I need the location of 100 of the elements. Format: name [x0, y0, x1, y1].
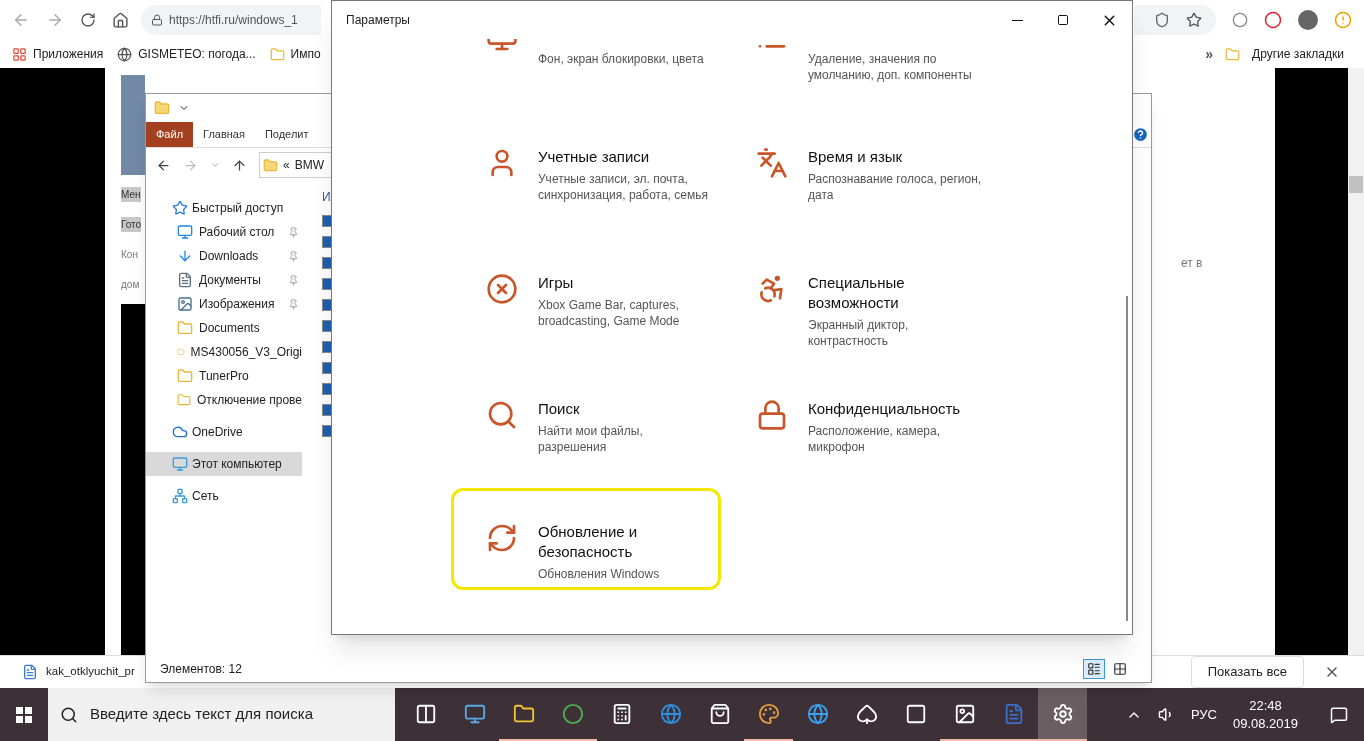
task-view-icon	[414, 702, 437, 725]
search-bar[interactable]: Введите здесь текст для поиска	[48, 688, 395, 741]
nav-item[interactable]: Documents	[146, 316, 302, 340]
star-icon	[172, 200, 188, 216]
settings-item-description: Удаление, значения по умолчанию, доп. компоненты	[808, 51, 973, 83]
computer-icon	[172, 456, 188, 472]
window-title: Параметры	[346, 12, 410, 29]
folder-icon	[263, 157, 278, 173]
nav-item[interactable]: Downloads	[146, 244, 302, 268]
settings-item[interactable]: Фон, экран блокировки, цвета	[451, 39, 721, 119]
ribbon-tab[interactable]: Поделит	[254, 122, 319, 147]
search-icon	[60, 705, 78, 724]
search-input[interactable]: Введите здесь текст для поиска	[90, 703, 383, 726]
settings-item-title: Поиск	[538, 399, 581, 419]
bookmarks-overflow[interactable]: »	[1205, 43, 1214, 65]
tiles-view-icon	[1113, 662, 1127, 676]
home-icon[interactable]	[112, 11, 129, 29]
folder-icon	[177, 368, 193, 384]
details-view-icon	[1087, 662, 1101, 676]
nav-item[interactable]: TunerPro	[146, 364, 302, 388]
taskbar-app[interactable]	[1038, 688, 1087, 741]
bookmark[interactable]: Приложения	[12, 45, 104, 63]
settings-item-description: Распознавание голоса, регион, дата	[808, 171, 983, 203]
settings-item-title: Игры	[538, 273, 575, 293]
nav-item[interactable]: Рабочий стол	[146, 220, 302, 244]
settings-item[interactable]: Учетные записи Учетные записи, эл. почта, синхронизация, работа, семья	[451, 144, 721, 245]
notifications-icon[interactable]	[1330, 705, 1348, 724]
address-url: https://htfi.ru/windows_1	[169, 12, 298, 29]
file-icon	[322, 215, 332, 227]
file-icon	[322, 404, 332, 416]
show-all-button[interactable]: Показать все	[1190, 656, 1304, 688]
address-bar-end[interactable]	[1134, 5, 1216, 35]
bookmark[interactable]: GISMETEO: погода...	[117, 45, 256, 63]
settings-icon	[1051, 702, 1074, 725]
browser-icon	[561, 702, 584, 725]
nav-item[interactable]: Отключение прове	[146, 388, 302, 412]
status-text: Элементов: 12	[160, 661, 242, 678]
nav-item[interactable]: Сеть	[146, 484, 302, 508]
avatar[interactable]	[1298, 10, 1318, 30]
article-text: Кон	[121, 248, 138, 262]
file-icon	[322, 362, 332, 374]
picture-icon	[177, 296, 193, 312]
reload-icon[interactable]	[80, 12, 96, 28]
settings-item-description: Обновления Windows	[538, 566, 661, 582]
document-icon	[177, 272, 193, 288]
article-text: Мен	[121, 187, 141, 202]
settings-item-title: Обновление и безопасность	[538, 522, 639, 562]
ribbon-tab[interactable]: Главная	[193, 122, 255, 147]
nav-item[interactable]: MS430056_V3_Origi	[146, 340, 302, 364]
globe-icon	[117, 46, 133, 62]
extension-icon[interactable]	[1264, 11, 1282, 29]
maximize-icon	[1057, 14, 1069, 26]
folder-icon	[177, 392, 191, 408]
nav-item[interactable]: Этот компьютер	[146, 452, 302, 476]
apps-grid-icon	[12, 46, 27, 62]
article-text: дом	[121, 278, 140, 292]
up-icon[interactable]	[232, 157, 247, 173]
settings-item[interactable]: Конфиденциальность Расположение, камера, микрофон	[721, 396, 991, 497]
file-icon	[322, 236, 332, 248]
download-icon	[177, 248, 193, 264]
settings-item[interactable]: Специальные возможности Экранный диктор, контрастность	[721, 270, 991, 371]
settings-item[interactable]: Удаление, значения по умолчанию, доп. компоненты	[721, 39, 991, 119]
extension-icon[interactable]	[1232, 12, 1248, 28]
clock[interactable]: 22:48 09.08.2019	[1232, 696, 1298, 733]
desktop-icon	[177, 224, 193, 240]
file-icon	[322, 341, 332, 353]
lock-icon	[151, 14, 163, 26]
scrollbar-thumb[interactable]	[1349, 176, 1363, 193]
settings-item[interactable]: Время и язык Распознавание голоса, регион, дата	[721, 144, 991, 245]
bookmark[interactable]: Импо	[269, 45, 321, 63]
help-icon[interactable]	[1132, 126, 1149, 143]
settings-item[interactable]: Игры Xbox Game Bar, captures, broadcasting, Game Mode	[451, 270, 721, 371]
folder-icon	[154, 100, 170, 116]
breadcrumb-overflow[interactable]: «	[283, 156, 290, 174]
nav-item[interactable]: OneDrive	[146, 420, 302, 444]
breadcrumb[interactable]: BMW	[294, 156, 324, 174]
settings-item[interactable]: Обновление и безопасность Обновления Windows	[451, 488, 721, 590]
bookmark-star-icon[interactable]	[1186, 12, 1202, 28]
nav-item[interactable]: Быстрый доступ	[146, 196, 302, 220]
nav-item[interactable]: Изображения	[146, 292, 302, 316]
language-indicator[interactable]: РУС	[1190, 704, 1217, 725]
download-file[interactable]: kak_otklyuchit_pr	[46, 663, 135, 681]
back-icon[interactable]	[156, 157, 171, 173]
tile-icon	[904, 702, 927, 725]
shield-icon[interactable]	[1154, 12, 1170, 28]
view-button[interactable]	[1083, 659, 1105, 679]
ribbon-tab[interactable]: Файл	[146, 122, 194, 147]
scrollbar[interactable]	[1126, 296, 1128, 621]
nav-item[interactable]: Документы	[146, 268, 302, 292]
bookmark[interactable]: Другие закладки	[1252, 45, 1344, 63]
minimize-icon	[1011, 19, 1023, 21]
cloud-icon	[172, 424, 188, 440]
photo-icon	[953, 702, 976, 725]
file-icon	[322, 383, 332, 395]
address-bar[interactable]: https://htfi.ru/windows_1	[141, 5, 321, 35]
file-icon	[322, 257, 332, 269]
column-header[interactable]: И	[322, 188, 331, 206]
folder-icon	[177, 320, 193, 336]
file-icon	[22, 664, 38, 680]
windows-logo-icon	[16, 706, 32, 723]
